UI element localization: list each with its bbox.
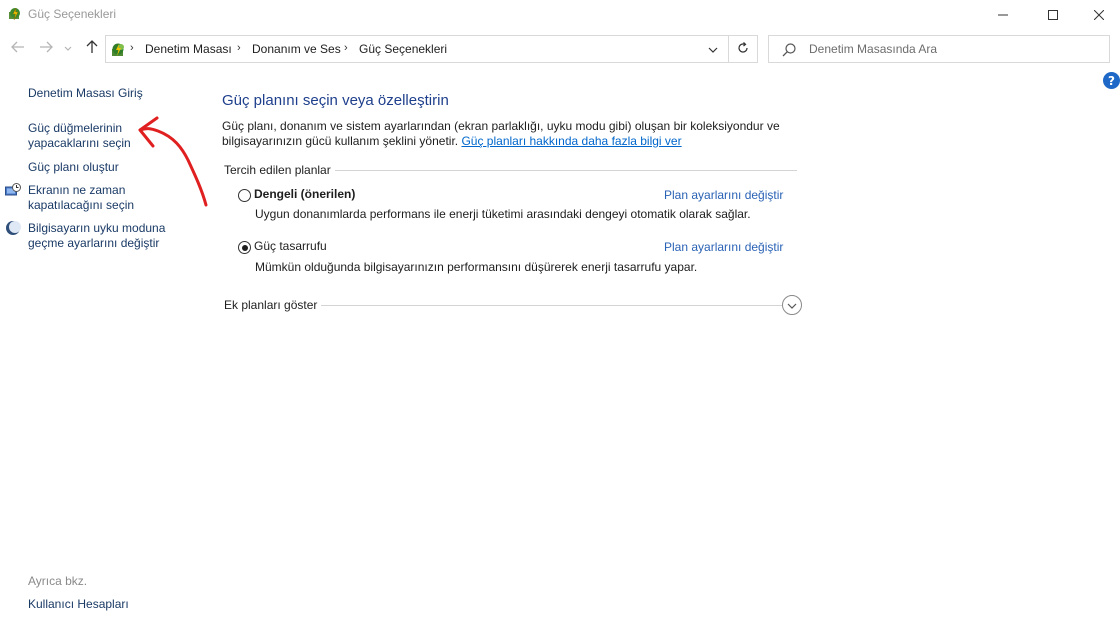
maximize-button[interactable] (1030, 0, 1076, 30)
sleep-moon-icon (5, 220, 21, 236)
control-panel-icon (109, 41, 127, 59)
link-line[interactable]: Güç düğmelerinin (28, 120, 122, 136)
plan-name[interactable]: Güç tasarrufu (254, 239, 327, 253)
user-accounts-link[interactable]: Kullanıcı Hesapları (28, 596, 129, 612)
help-icon[interactable]: ? (1103, 72, 1120, 89)
display-clock-icon (5, 183, 21, 199)
page-title: Güç planını seçin veya özelleştirin (222, 92, 449, 109)
plan-description: Mümkün olduğunda bilgisayarınızın perfor… (255, 260, 698, 274)
chevron-down-icon (708, 42, 718, 56)
recent-locations-button[interactable] (62, 39, 74, 57)
power-options-icon (7, 6, 23, 22)
expand-button[interactable] (782, 295, 802, 315)
address-dropdown-button[interactable] (700, 36, 726, 62)
plan-radio-balanced[interactable] (238, 189, 251, 202)
control-panel-home-link[interactable]: Denetim Masası Giriş (28, 85, 143, 101)
breadcrumb-power-options[interactable]: Güç Seçenekleri (359, 42, 447, 56)
intro-line: bilgisayarınızın gücü kullanım şeklini y… (222, 134, 459, 148)
close-button[interactable] (1076, 0, 1120, 30)
chevron-down-icon (787, 298, 797, 312)
plan-description: Uygun donanımlarda performans ile enerji… (255, 207, 751, 221)
intro-text: Güç planı, donanım ve sistem ayarlarında… (222, 119, 802, 149)
chevron-down-icon (64, 41, 72, 55)
back-button[interactable] (9, 39, 27, 57)
link-line[interactable]: geçme ayarlarını değiştir (28, 235, 159, 251)
see-also-label: Ayrıca bkz. (28, 574, 88, 588)
link-line[interactable]: yapacaklarını seçin (28, 135, 131, 151)
search-placeholder: Denetim Masasında Ara (809, 42, 938, 56)
up-arrow-icon (86, 39, 98, 57)
up-button[interactable] (83, 39, 101, 57)
breadcrumb-control-panel[interactable]: Denetim Masası (145, 42, 232, 56)
forward-button[interactable] (37, 39, 55, 57)
refresh-button[interactable] (728, 36, 757, 62)
create-plan-link[interactable]: Güç planı oluştur (28, 159, 119, 175)
search-box[interactable]: Denetim Masasında Ara (768, 35, 1110, 63)
annotation-arrow (138, 116, 208, 207)
search-icon (781, 42, 797, 58)
plan-name[interactable]: Dengeli (önerilen) (254, 187, 355, 201)
address-bar[interactable]: › Denetim Masası › Donanım ve Ses › Güç … (105, 35, 758, 63)
title-bar: Güç Seçenekleri (0, 0, 1120, 30)
navigation-bar: › Denetim Masası › Donanım ve Ses › Güç … (0, 33, 1120, 65)
plan-radio-power-saver[interactable] (238, 241, 251, 254)
forward-arrow-icon (39, 41, 53, 56)
breadcrumb-hardware-sound[interactable]: Donanım ve Ses (252, 42, 341, 56)
link-line[interactable]: Bilgisayarın uyku moduna (28, 220, 165, 236)
intro-line: Güç planı, donanım ve sistem ayarlarında… (222, 119, 780, 133)
back-arrow-icon (11, 41, 25, 56)
breadcrumb-separator: › (344, 42, 348, 54)
change-plan-settings-link[interactable]: Plan ayarlarını değiştir (664, 188, 783, 202)
breadcrumb-separator: › (130, 42, 134, 54)
change-plan-settings-link[interactable]: Plan ayarlarını değiştir (664, 240, 783, 254)
refresh-icon (737, 41, 749, 57)
learn-more-link[interactable]: Güç planları hakkında daha fazla bilgi v… (461, 134, 681, 148)
breadcrumb-separator: › (237, 42, 241, 54)
preferred-plans-label: Tercih edilen planlar (224, 163, 335, 177)
link-line[interactable]: kapatılacağını seçin (28, 197, 134, 213)
window-title: Güç Seçenekleri (28, 7, 117, 21)
link-line[interactable]: Ekranın ne zaman (28, 182, 125, 198)
minimize-button[interactable] (980, 0, 1026, 30)
show-more-plans-label[interactable]: Ek planları göster (224, 298, 322, 312)
